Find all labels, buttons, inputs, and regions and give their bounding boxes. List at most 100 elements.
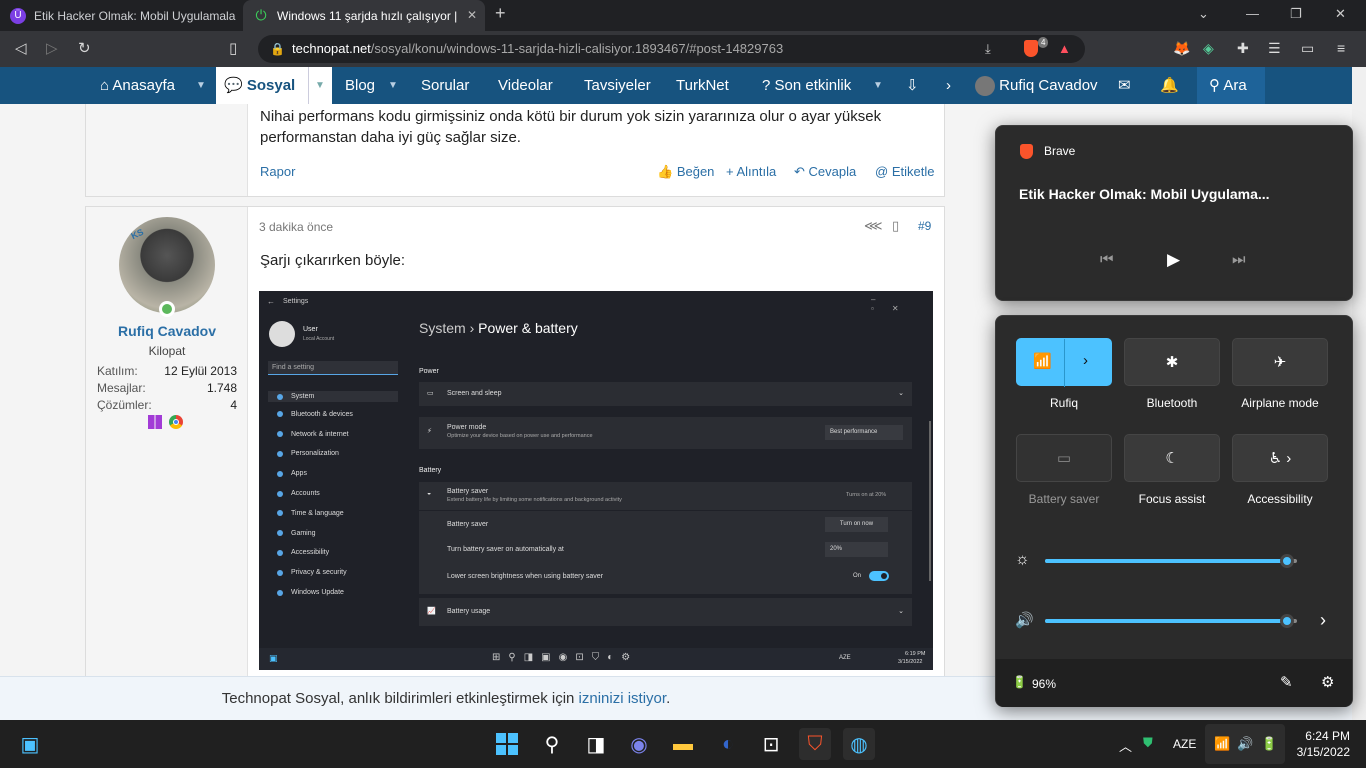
chevron-right-icon[interactable]: › (1083, 352, 1088, 369)
task-view-icon[interactable]: ◨ (580, 728, 612, 760)
chevron-down-icon[interactable]: ▼ (308, 67, 325, 104)
tab-search-icon[interactable]: ⌄ (1198, 6, 1209, 22)
extension-icon[interactable]: ◈ (1203, 40, 1214, 57)
post-image-settings-screenshot[interactable]: ← Settings –▫✕ User Local Account Find a… (259, 291, 933, 670)
minimize-icon[interactable]: — (1246, 6, 1259, 21)
brightness-slider-thumb[interactable] (1279, 554, 1294, 568)
playlist-icon[interactable]: ☰ (1268, 40, 1281, 57)
airplane-toggle[interactable]: ✈ (1232, 338, 1328, 386)
tab-windows-11[interactable]: ⏻ Windows 11 şarjda hızlı çalışıyor | ✕ (243, 0, 485, 31)
wallet-icon[interactable]: ▭ (1301, 40, 1314, 57)
nav-tips[interactable]: Tavsiyeler (584, 67, 651, 104)
nav-search-label: Ara (1223, 77, 1247, 94)
store-icon[interactable]: ⊡ (755, 728, 787, 760)
brave-rewards-icon[interactable]: ▲ (1058, 35, 1071, 63)
tray-overflow-icon[interactable]: ︿ (1119, 736, 1132, 755)
forward-icon[interactable]: ▷ (46, 39, 58, 57)
bluetooth-toggle[interactable]: ✱ (1124, 338, 1220, 386)
input-language[interactable]: AZE (1173, 737, 1196, 751)
nav-user[interactable]: Rufiq Cavadov (975, 67, 1098, 104)
search-icon[interactable]: ⚲ (536, 728, 568, 760)
battery-percent: 96% (1032, 677, 1057, 691)
report-link[interactable]: Rapor (260, 164, 295, 179)
focus-assist-toggle[interactable]: ☾ (1124, 434, 1220, 482)
metamask-icon[interactable]: 🦊 (1173, 40, 1190, 57)
nav-search[interactable]: ⚲ Ara (1197, 67, 1265, 104)
edge-icon[interactable]: ◐ (712, 728, 744, 760)
bookmark-post-icon[interactable]: ▯ (892, 218, 899, 234)
teams-chat-icon[interactable]: ◉ (623, 728, 655, 760)
url-path: /sosyal/konu/windows-11-sarjda-hizli-cal… (370, 41, 784, 56)
chevron-down-icon[interactable]: ▼ (196, 67, 206, 104)
power-icon: ⏻ (255, 7, 267, 23)
start-icon[interactable] (491, 728, 523, 760)
post-username[interactable]: Rufiq Cavadov (86, 323, 248, 339)
post-number[interactable]: #9 (918, 219, 931, 233)
tray-quick-settings-button[interactable]: 📶 🔊 🔋 (1205, 724, 1285, 764)
nav-activity[interactable]: ? Son etkinlik (762, 67, 851, 104)
push-permission-link[interactable]: izninizi istiyor (579, 690, 667, 707)
bs-row2-label: Turn battery saver on automatically at (447, 546, 564, 553)
accessibility-toggle[interactable]: ♿ › (1232, 434, 1328, 482)
reload-icon[interactable]: ↻ (78, 39, 91, 57)
chevron-right-icon[interactable]: › (1320, 610, 1326, 631)
mail-icon[interactable]: ✉ (1118, 67, 1131, 104)
restore-icon[interactable]: ❐ (1290, 6, 1302, 22)
tag-button[interactable]: @ Etiketle (875, 164, 934, 179)
page-scrollbar[interactable] (1352, 67, 1366, 720)
previous-track-icon[interactable]: ⏮ (1100, 251, 1114, 268)
nav-blog[interactable]: Blog (345, 67, 375, 104)
nav-scroll-right-icon[interactable]: › (946, 67, 951, 104)
settings-gear-icon[interactable]: ⚙ (1321, 673, 1334, 691)
volume-slider-thumb[interactable] (1279, 614, 1294, 628)
wifi-toggle[interactable]: 📶 › (1016, 338, 1112, 387)
new-tab-icon[interactable]: + (495, 3, 506, 24)
extensions-puzzle-icon[interactable]: ✚ (1237, 40, 1249, 57)
bell-icon[interactable]: 🔔 (1160, 67, 1179, 104)
nav-questions[interactable]: Sorular (421, 67, 469, 104)
defender-icon[interactable]: ⛊ (1143, 735, 1153, 751)
play-icon[interactable]: ▶ (1167, 250, 1180, 270)
bookmark-icon[interactable]: ▯ (229, 39, 237, 57)
desktop-icon[interactable]: ▣ (14, 728, 46, 760)
tab-etik-hacker[interactable]: Ü Etik Hacker Olmak: Mobil Uygulamala (0, 0, 242, 31)
next-track-icon[interactable]: ⏭ (1232, 251, 1246, 268)
download-nav-icon[interactable]: ⇩ (906, 67, 919, 104)
brave-shield-icon[interactable] (1024, 40, 1038, 57)
battery-saver-icon: ▭ (1056, 450, 1072, 467)
clock[interactable]: 6:24 PM 3/15/2022 (1290, 728, 1350, 760)
close-window-icon[interactable]: ✕ (1335, 6, 1346, 22)
close-tab-icon[interactable]: ✕ (467, 8, 477, 22)
settings-sidebar-icon (277, 589, 283, 596)
media-app-name: Brave (1044, 144, 1076, 158)
download-icon[interactable]: ⤓ (985, 35, 991, 63)
brave-taskbar-icon[interactable]: ⛉ (799, 728, 831, 760)
battery-tray-icon: 🔋 (1261, 736, 1278, 751)
like-label: Beğen (676, 164, 715, 179)
reply-button[interactable]: ↶ Cevapla (794, 164, 856, 180)
nav-social[interactable]: 💬 Sosyal ▼ (216, 67, 332, 104)
menu-icon[interactable]: ≡ (1337, 40, 1345, 56)
solutions-value: 4 (230, 398, 237, 412)
settings-taskbar-icon[interactable]: ◍ (843, 728, 875, 760)
like-button[interactable]: 👍 Beğen (657, 164, 714, 180)
settings-sidebar: System Bluetooth & devices Network & inter… (259, 311, 409, 641)
back-icon[interactable]: ◁ (15, 39, 27, 57)
file-explorer-icon[interactable]: ▬ (667, 728, 699, 760)
nav-home[interactable]: ⌂ Anasayfa (100, 67, 175, 104)
chevron-down-icon[interactable]: ▼ (388, 67, 398, 104)
post-text-line: Nihai performans kodu girmişsiniz onda k… (260, 108, 882, 125)
tab-favicon-icon: Ü (10, 7, 26, 24)
share-icon[interactable]: ⋘ (864, 218, 883, 234)
battery-saver-toggle[interactable]: ▭ (1016, 434, 1112, 482)
messages-value: 1.748 (206, 381, 237, 395)
chevron-down-icon[interactable]: ▼ (873, 67, 883, 104)
nav-turknet[interactable]: TurkNet (676, 67, 729, 104)
url-bar[interactable]: 🔒 technopat.net/sosyal/konu/windows-11-s… (258, 35, 1085, 63)
chat-icon: 💬 (224, 77, 243, 94)
avatar[interactable]: KS (119, 217, 215, 317)
nav-videos[interactable]: Videolar (498, 67, 553, 104)
quote-button[interactable]: + Alıntıla (726, 164, 776, 179)
post-time[interactable]: 3 dakika önce (259, 220, 333, 234)
edit-icon[interactable]: ✎ (1280, 673, 1293, 691)
